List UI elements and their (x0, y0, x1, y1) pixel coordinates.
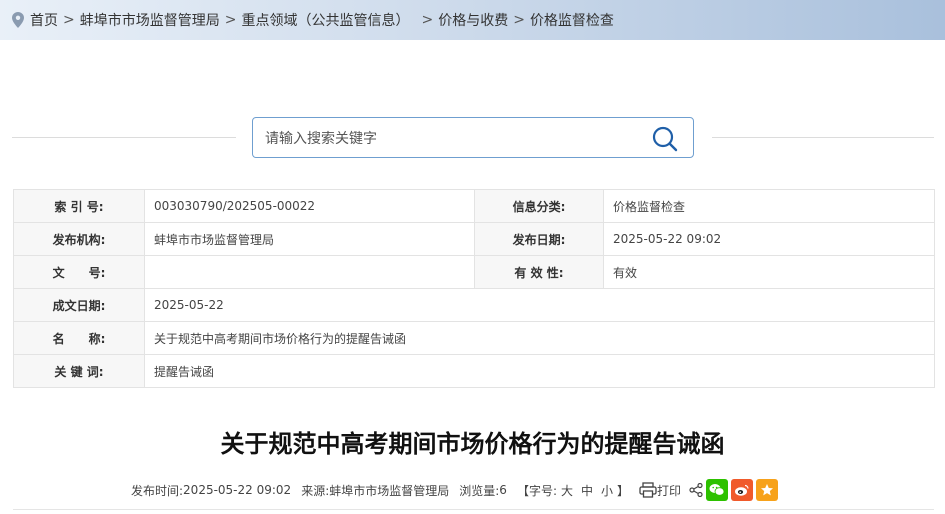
pub-time-value: 2025-05-22 09:02 (183, 483, 292, 497)
print-button[interactable]: 打印 (639, 482, 681, 499)
table-row: 名 称: 关于规范中高考期间市场价格行为的提醒告诫函 (13, 321, 935, 355)
breadcrumb-price-inspection[interactable]: 价格监督检查 (530, 10, 614, 30)
location-pin-icon (12, 12, 24, 28)
publisher-value: 蚌埠市市场监督管理局 (144, 222, 475, 256)
table-row: 索 引 号: 003030790/202505-00022 信息分类: 价格监督… (13, 189, 935, 223)
divider-right (712, 137, 934, 138)
search-area (0, 40, 945, 190)
index-label: 索 引 号: (13, 189, 145, 223)
font-size-open: 【字号: (516, 483, 557, 498)
print-label: 打印 (657, 483, 682, 498)
created-label: 成文日期: (13, 288, 145, 322)
favorite-share-icon[interactable] (756, 479, 779, 501)
breadcrumb-home[interactable]: 首页 (30, 10, 58, 30)
pub-time-label: 发布时间: (131, 483, 184, 498)
font-size-large-button[interactable]: 大 (561, 482, 573, 499)
breadcrumb-separator: > (513, 12, 525, 28)
publisher-label: 发布机构: (13, 222, 145, 256)
breadcrumb-key-areas[interactable]: 重点领域（公共监管信息） (241, 10, 409, 30)
table-row: 成文日期: 2025-05-22 (13, 288, 935, 322)
font-size-close: 】 (617, 483, 630, 498)
breadcrumb-separator: > (224, 12, 237, 28)
docno-value (144, 255, 475, 289)
table-row: 发布机构: 蚌埠市市场监督管理局 发布日期: 2025-05-22 09:02 (13, 222, 935, 256)
source-label: 来源: (301, 483, 330, 498)
weibo-icon (735, 484, 749, 496)
metadata-table: 索 引 号: 003030790/202505-00022 信息分类: 价格监督… (13, 189, 935, 388)
search-box (252, 117, 694, 158)
category-label: 信息分类: (474, 189, 604, 223)
category-value: 价格监督检查 (603, 189, 935, 223)
article-info-bar: 发布时间: 2025-05-22 09:02 来源: 蚌埠市市场监督管理局 浏览… (131, 478, 779, 502)
index-value: 003030790/202505-00022 (144, 189, 475, 223)
name-value: 关于规范中高考期间市场价格行为的提醒告诫函 (144, 321, 935, 355)
wechat-icon (709, 484, 725, 496)
breadcrumb-price-fees[interactable]: 价格与收费 (438, 10, 508, 30)
validity-label: 有 效 性: (474, 255, 604, 289)
search-input[interactable] (263, 126, 637, 152)
breadcrumb-separator: > (421, 12, 434, 28)
weibo-share-icon[interactable] (731, 479, 754, 501)
star-icon (761, 484, 774, 496)
printer-icon (639, 482, 657, 498)
article-title: 关于规范中高考期间市场价格行为的提醒告诫函 (220, 430, 725, 458)
pubdate-label: 发布日期: (474, 222, 604, 256)
share-icon[interactable] (689, 483, 703, 497)
wechat-share-icon[interactable] (706, 479, 729, 501)
table-row: 文 号: 有 效 性: 有效 (13, 255, 935, 289)
breadcrumb-separator: > (63, 12, 75, 28)
validity-value: 有效 (603, 255, 935, 289)
created-value: 2025-05-22 (144, 288, 935, 322)
search-icon[interactable] (651, 125, 679, 153)
pubdate-value: 2025-05-22 09:02 (603, 222, 935, 256)
divider-left (12, 137, 236, 138)
source-value: 蚌埠市市场监督管理局 (329, 483, 450, 498)
keywords-label: 关 键 词: (13, 354, 145, 388)
views-label: 浏览量: (459, 483, 500, 498)
font-size-medium-button[interactable]: 中 (581, 482, 593, 499)
docno-label: 文 号: (13, 255, 145, 289)
views-count: 6 (499, 483, 507, 497)
name-label: 名 称: (13, 321, 145, 355)
bottom-divider (13, 509, 934, 510)
breadcrumb-bureau[interactable]: 蚌埠市市场监督管理局 (80, 10, 220, 30)
table-row: 关 键 词: 提醒告诫函 (13, 354, 935, 388)
keywords-value: 提醒告诫函 (144, 354, 935, 388)
breadcrumb: 首页 > 蚌埠市市场监督管理局 > 重点领域（公共监管信息） > 价格与收费 >… (0, 0, 945, 40)
font-size-small-button[interactable]: 小 (601, 482, 613, 499)
